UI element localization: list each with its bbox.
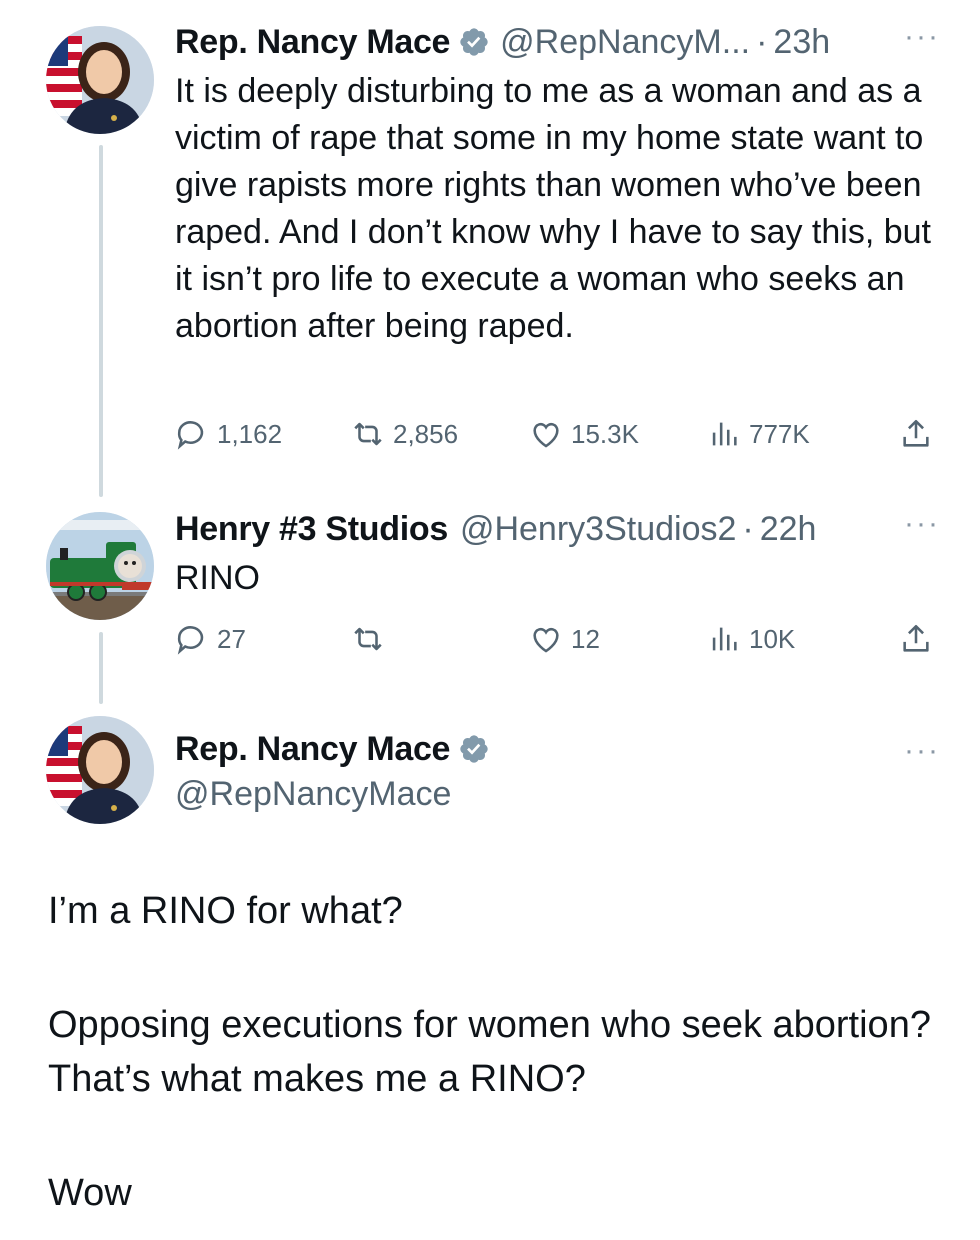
main-tweet-paragraph: Opposing executions for women who seek a… — [48, 1004, 931, 1100]
author-name[interactable]: Rep. Nancy Mace — [175, 728, 450, 770]
thread-connector — [99, 145, 103, 497]
views-icon — [712, 422, 737, 446]
separator-dot: · — [742, 510, 754, 548]
views-button[interactable]: 777K — [707, 414, 810, 454]
separator-dot: · — [756, 23, 768, 61]
main-tweet-author: Rep. Nancy Mace @RepNancyMace — [175, 728, 500, 816]
timestamp[interactable]: 23h — [773, 22, 830, 62]
action-bar: 1,162 2,856 15.3K 777K — [175, 414, 945, 454]
more-icon[interactable]: ··· — [904, 22, 940, 52]
avatar[interactable] — [46, 716, 154, 824]
views-count: 777K — [749, 418, 810, 449]
views-icon — [712, 627, 737, 651]
author-handle[interactable]: @Henry3Studios2 — [460, 509, 736, 549]
timestamp[interactable]: 22h — [760, 509, 817, 549]
like-count: 15.3K — [571, 418, 639, 449]
like-count: 12 — [571, 623, 600, 654]
like-icon — [533, 422, 559, 448]
reply-count: 27 — [217, 623, 246, 654]
author-handle[interactable]: @RepNancyM... — [500, 22, 750, 62]
thread-connector — [99, 632, 103, 704]
views-button[interactable]: 10K — [707, 619, 795, 659]
avatar[interactable] — [46, 26, 154, 134]
tweet-text: It is deeply disturbing to me as a woman… — [175, 72, 932, 345]
retweet-button[interactable] — [351, 619, 393, 659]
action-bar: 27 12 10K — [175, 619, 945, 659]
tweet-text: RINO — [175, 559, 260, 597]
flag-graphic — [46, 726, 82, 806]
main-tweet-paragraph: Wow — [48, 1172, 132, 1214]
author-handle[interactable]: @RepNancyMace — [175, 772, 500, 816]
avatar[interactable] — [46, 512, 154, 620]
like-button[interactable]: 12 — [529, 619, 600, 659]
tweet-header: Henry #3 Studios @Henry3Studios2 · 22h ·… — [175, 509, 940, 549]
main-tweet-paragraph: I’m a RINO for what? — [48, 890, 403, 932]
retweet-icon — [354, 422, 382, 446]
tweet-header: Rep. Nancy Mace @RepNancyM... · 23h ··· — [175, 22, 940, 62]
flag-graphic — [46, 36, 82, 116]
retweet-button[interactable]: 2,856 — [351, 414, 458, 454]
more-icon[interactable]: ··· — [904, 736, 940, 766]
tweet-thread: Rep. Nancy Mace @RepNancyM... · 23h ··· … — [0, 0, 980, 1240]
author-name[interactable]: Henry #3 Studios — [175, 509, 448, 549]
verified-badge-icon — [458, 733, 490, 765]
verified-badge-icon — [458, 26, 490, 58]
reply-count: 1,162 — [217, 418, 283, 449]
author-name[interactable]: Rep. Nancy Mace — [175, 22, 450, 62]
more-icon[interactable]: ··· — [904, 509, 940, 539]
reply-button[interactable]: 1,162 — [175, 414, 282, 454]
retweet-count: 2,856 — [393, 418, 459, 449]
like-icon — [533, 627, 559, 653]
reply-icon — [177, 421, 204, 450]
share-icon — [903, 624, 929, 652]
retweet-icon — [354, 627, 382, 651]
reply-icon — [177, 626, 204, 655]
share-button[interactable] — [899, 414, 941, 454]
share-button[interactable] — [899, 619, 941, 659]
share-icon — [903, 419, 929, 447]
views-count: 10K — [749, 623, 796, 654]
like-button[interactable]: 15.3K — [529, 414, 639, 454]
reply-button[interactable]: 27 — [175, 619, 246, 659]
